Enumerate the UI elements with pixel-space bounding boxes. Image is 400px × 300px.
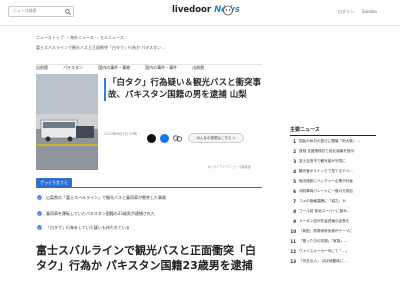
logo-brand: livedoor — [172, 5, 212, 15]
rank-number: 4 — [293, 169, 296, 174]
rank-number: 7 — [293, 199, 296, 204]
top-news-item[interactable]: 首相 支援策検討で各社協議を指示 — [299, 149, 383, 154]
divider — [36, 64, 262, 65]
top-news-item[interactable]: 宿泊施設にベンチャー企業が計画 — [299, 179, 383, 184]
top-news-item[interactable]: 富士吉田市で観光客が渋滞に — [299, 159, 383, 164]
summary-point: 乗用車を運転していたパキスタン国籍の23歳男が逮捕された — [46, 211, 155, 216]
breadcrumb-item[interactable]: ニューストップ — [36, 35, 64, 40]
top-news-item[interactable]: 観光客がスナックで見てるやつ… — [299, 169, 383, 174]
top-news-item[interactable]: 国民の休日の翌日に開催「例大祭」… — [299, 139, 383, 144]
check-circle-icon — [37, 211, 42, 216]
link-copy-icon[interactable] — [173, 135, 182, 142]
top-news-item[interactable]: ヴァイスメーカー市にて「…」 — [299, 249, 383, 254]
article-subtitle: 富士スバルラインで観光バスと正面衝突「白タク」行為か パキスタン… — [36, 45, 166, 50]
login-link[interactable]: ログイン — [338, 9, 354, 15]
facebook-share-button[interactable] — [160, 134, 169, 143]
top-news-item[interactable]: ゴール前 各地スーパーに勤め… — [299, 209, 383, 214]
tab-topic[interactable]: パキスタン — [63, 65, 83, 71]
site-header: ニュース検索 livedoor News ログイン Sandan — [0, 0, 400, 26]
rank-number: 11 — [290, 239, 296, 244]
top-news-item[interactable]: メーガン妃が在留資格の延長を — [299, 219, 383, 224]
tab-topic[interactable]: 国内の事件・事件 — [145, 65, 177, 71]
divider — [290, 135, 376, 136]
rank-number: 3 — [293, 159, 296, 164]
register-link[interactable]: Sandan — [362, 9, 377, 14]
photo-credit: by ライブドアニュース編集部 — [208, 165, 251, 169]
breadcrumb-item[interactable]: モルニュース — [100, 35, 124, 40]
rank-number: 2 — [293, 149, 296, 154]
check-circle-icon — [37, 195, 42, 200]
search-input[interactable]: ニュース検索 — [8, 6, 74, 17]
tab-topic[interactable]: 出前館 — [36, 65, 48, 71]
x-share-button[interactable] — [147, 134, 156, 143]
rank-number: 8 — [293, 209, 296, 214]
article-photo[interactable] — [36, 74, 98, 170]
top-news-item[interactable]: 「完全な人」 ほぼ地震後に… — [299, 259, 383, 264]
breadcrumb: ニューストップ › 海外ニュース › モルニュース — [36, 35, 124, 40]
rank-number: 10 — [290, 229, 296, 234]
topic-tabs: 出前館 パキスタン 国内の事件・事故 国内の事件・事件 出前館 — [36, 54, 214, 70]
summary-point: 山梨県の「富士スバルライン」で観光バスと乗用車が衝突した事故 — [46, 195, 166, 200]
article-title: 「白タク」行為疑い＆観光バスと衝突事故、パキスタン国籍の男を逮捕 山梨 — [104, 78, 274, 101]
comments-button[interactable]: みんなの感想はこちら > — [188, 133, 244, 143]
top-news-item[interactable]: 「新型」熱帯雨林気候がテーマに — [299, 229, 383, 234]
mascot-icon — [223, 4, 233, 16]
rank-number: 9 — [293, 219, 296, 224]
summary-point: 「白タク」行為をしていた疑いも持たれている — [46, 225, 130, 230]
rank-number: 1 — [293, 139, 296, 144]
summary-badge: ざっくり言うと — [36, 178, 72, 187]
top-news-item[interactable]: 「歌った中の初期」「家族」… — [299, 239, 383, 244]
sidebar-title: 主要ニュース — [290, 127, 320, 133]
article-date: 2023年8月1日 20時 — [104, 132, 137, 136]
check-circle-icon — [37, 225, 42, 230]
rank-number: 5 — [293, 179, 296, 184]
top-news-item[interactable]: コメの価格高騰に「協力」か — [299, 199, 383, 204]
divider — [36, 187, 262, 188]
breadcrumb-item[interactable]: 海外ニュース — [70, 35, 94, 40]
search-placeholder: ニュース検索 — [13, 8, 37, 13]
bus-photo-illustration — [36, 74, 98, 170]
top-news-item[interactable]: 消防車両パレードに一般の方参加 — [299, 189, 383, 194]
search-icon[interactable] — [65, 9, 71, 15]
tab-topic[interactable]: 出前館 — [192, 65, 204, 71]
rank-number: 6 — [293, 189, 296, 194]
article-heading: 富士スバルラインで観光バスと正面衝突「白タク」行為か パキスタン国籍23歳男を逮… — [36, 244, 256, 272]
tab-topic[interactable]: 国内の事件・事故 — [98, 65, 130, 71]
rank-number: 12 — [290, 249, 296, 254]
rank-number: 13 — [290, 259, 296, 264]
